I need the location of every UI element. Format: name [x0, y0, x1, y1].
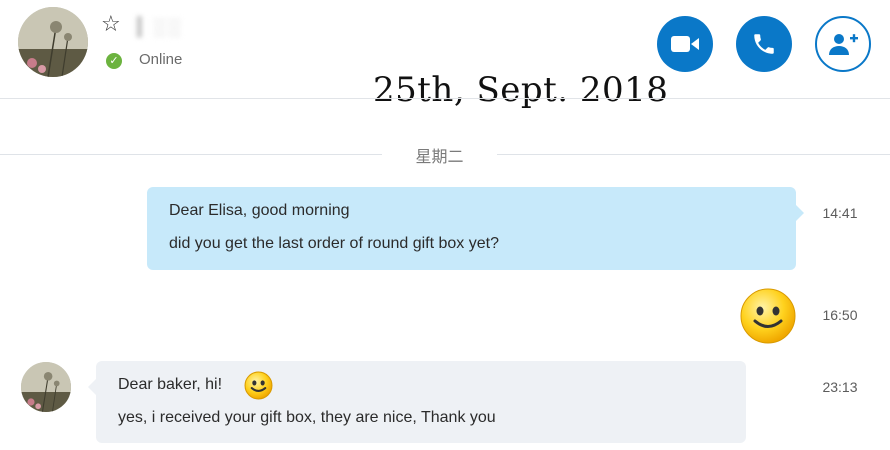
add-person-icon [829, 34, 858, 55]
video-call-button[interactable] [657, 16, 713, 72]
phone-icon [754, 34, 774, 54]
avatar-photo-icon [21, 362, 71, 412]
date-overlay-text: 25th, Sept. 2018 [373, 70, 669, 110]
audio-call-button[interactable] [736, 16, 792, 72]
day-separator-line [497, 154, 890, 155]
message-timestamp: 16:50 [822, 307, 858, 323]
day-separator-line [0, 154, 382, 155]
message-timestamp: 23:13 [822, 379, 858, 395]
message-text-line: Dear baker, hi! [118, 376, 223, 393]
presence-status: Online [139, 51, 183, 68]
outgoing-message-bubble[interactable]: Dear Elisa, good morning did you get the… [147, 187, 804, 270]
add-participant-button[interactable] [815, 16, 871, 72]
contact-name: ▍░░ [137, 17, 183, 37]
incoming-message-bubble[interactable]: Dear baker, hi! yes, i received your gif… [88, 361, 746, 443]
message-timestamp: 14:41 [822, 205, 858, 221]
video-camera-icon [671, 36, 699, 52]
sender-avatar[interactable] [21, 362, 71, 412]
online-check-icon: ✓ [106, 53, 122, 69]
header-divider [0, 98, 890, 99]
day-separator-label: 星期二 [415, 149, 464, 166]
message-text-line: yes, i received your gift box, they are … [118, 409, 496, 426]
contact-avatar[interactable] [18, 7, 88, 77]
message-text-line: did you get the last order of round gift… [169, 235, 499, 252]
smiley-emoticon-icon [244, 371, 273, 400]
favorite-star-icon[interactable]: ☆ [101, 13, 121, 35]
message-text-line: Dear Elisa, good morning [169, 202, 350, 219]
avatar-photo-icon [18, 7, 88, 77]
smiley-emoticon-icon[interactable] [740, 288, 796, 344]
